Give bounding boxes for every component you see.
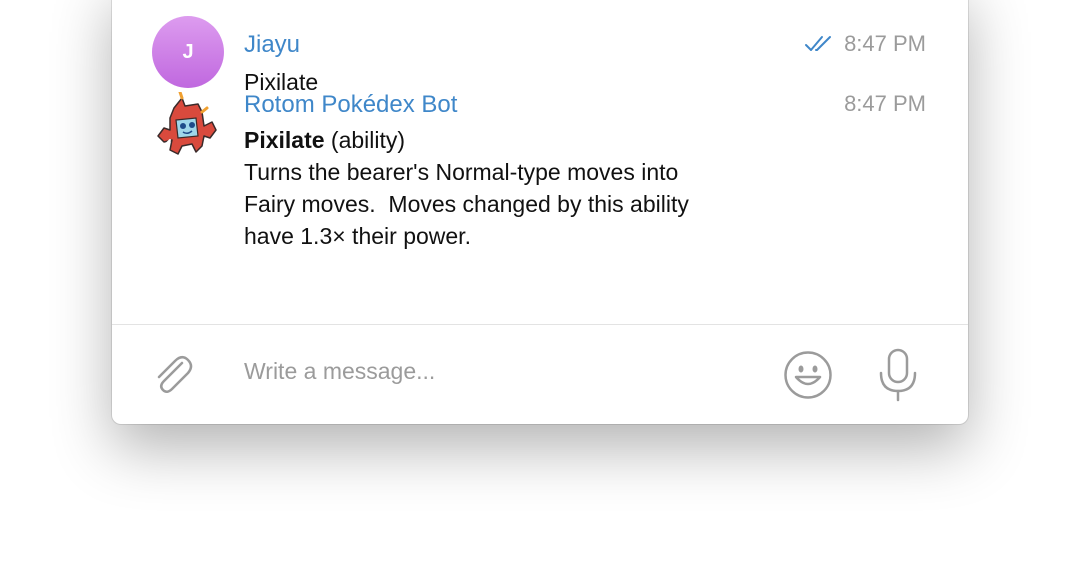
message-meta: 8:47 PM [844,90,926,118]
rotom-pokedex-avatar-icon [157,90,217,155]
double-check-icon [805,36,832,51]
microphone-icon[interactable] [876,347,920,403]
message-item: Rotom Pokédex Bot 8:47 PM Pixilate (abil… [112,90,968,292]
ability-name: Pixilate [244,127,325,153]
description-line: Fairy moves. Moves changed by this abili… [244,191,689,217]
message-input[interactable] [244,353,744,389]
message-time: 8:47 PM [844,31,926,56]
message-item: J Jiayu 8:47 PM Pixilate [112,0,968,100]
sender-name[interactable]: Rotom Pokédex Bot [244,91,457,119]
sender-name[interactable]: Jiayu [244,31,300,59]
message-meta: 8:47 PM [804,30,926,58]
message-time: 8:47 PM [844,91,926,116]
ability-type: (ability) [324,127,406,153]
ability-title: Pixilate (ability) [244,124,804,156]
message-composer [112,325,968,424]
message-text: Pixilate (ability) Turns the bearer's No… [244,124,804,252]
avatar[interactable]: J [152,16,224,88]
paperclip-icon[interactable] [148,349,196,397]
description-line: have 1.3× their power. [244,223,471,249]
chat-window: J Jiayu 8:47 PM Pixilate Rotom Pokédex B… [112,0,968,424]
smiley-icon[interactable] [782,349,834,401]
avatar-initial: J [182,40,194,63]
description-line: Turns the bearer's Normal-type moves int… [244,159,679,185]
avatar[interactable] [152,90,224,164]
